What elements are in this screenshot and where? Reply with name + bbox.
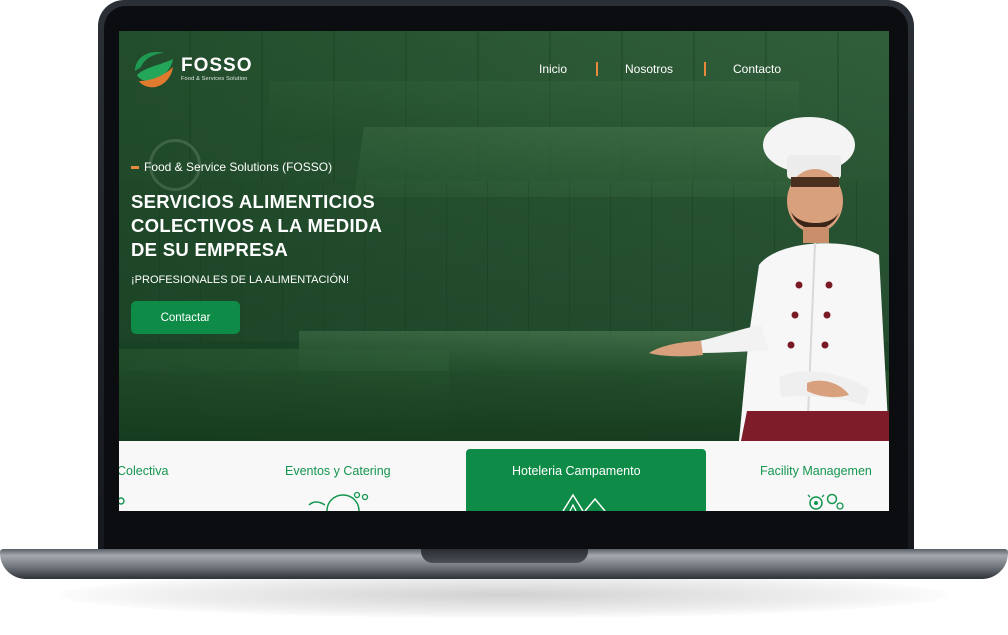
headline-line: DE SU EMPRESA bbox=[131, 239, 289, 260]
laptop-notch bbox=[421, 549, 588, 563]
headline-line: SERVICIOS ALIMENTICIOS bbox=[131, 191, 376, 212]
eyebrow-dash bbox=[131, 166, 139, 169]
food-service-icon bbox=[119, 497, 125, 505]
brand-name[interactable]: FOSSO bbox=[181, 55, 253, 77]
fosso-logo-icon[interactable] bbox=[131, 45, 177, 91]
nav-nosotros[interactable]: Nosotros bbox=[625, 62, 673, 76]
service-tab-colectiva[interactable]: Colectiva bbox=[119, 464, 168, 478]
nav-divider bbox=[596, 62, 598, 76]
facility-gears-icon bbox=[807, 493, 844, 510]
service-tab-facility[interactable]: Facility Managemen bbox=[760, 464, 872, 478]
brand-tagline: Food & Services Solution bbox=[181, 76, 248, 82]
website-screen: FOSSO Food & Services Solution Inicio No… bbox=[119, 31, 889, 511]
nav-contacto[interactable]: Contacto bbox=[733, 62, 781, 76]
contact-button[interactable]: Contactar bbox=[131, 301, 240, 334]
catering-platter-icon bbox=[308, 491, 369, 511]
service-tab-hoteleria[interactable]: Hoteleria Campamento bbox=[512, 464, 641, 478]
hero-headline: SERVICIOS ALIMENTICIOS COLECTIVOS A LA M… bbox=[131, 190, 382, 262]
hero-subheadline: ¡PROFESIONALES DE LA ALIMENTACIÓN! bbox=[131, 274, 350, 286]
hero-eyebrow: Food & Service Solutions (FOSSO) bbox=[144, 160, 333, 174]
camp-tent-icon bbox=[562, 493, 606, 511]
hero-section: FOSSO Food & Services Solution Inicio No… bbox=[119, 31, 889, 441]
services-tabs: Colectiva Eventos y Catering Hoteleria C… bbox=[119, 441, 889, 511]
nav-divider bbox=[704, 62, 706, 76]
nav-inicio[interactable]: Inicio bbox=[539, 62, 567, 76]
chef-image bbox=[649, 117, 889, 441]
headline-line: COLECTIVOS A LA MEDIDA bbox=[131, 215, 383, 236]
laptop-mockup: FOSSO Food & Services Solution Inicio No… bbox=[0, 0, 1008, 635]
service-tab-eventos[interactable]: Eventos y Catering bbox=[285, 464, 391, 478]
